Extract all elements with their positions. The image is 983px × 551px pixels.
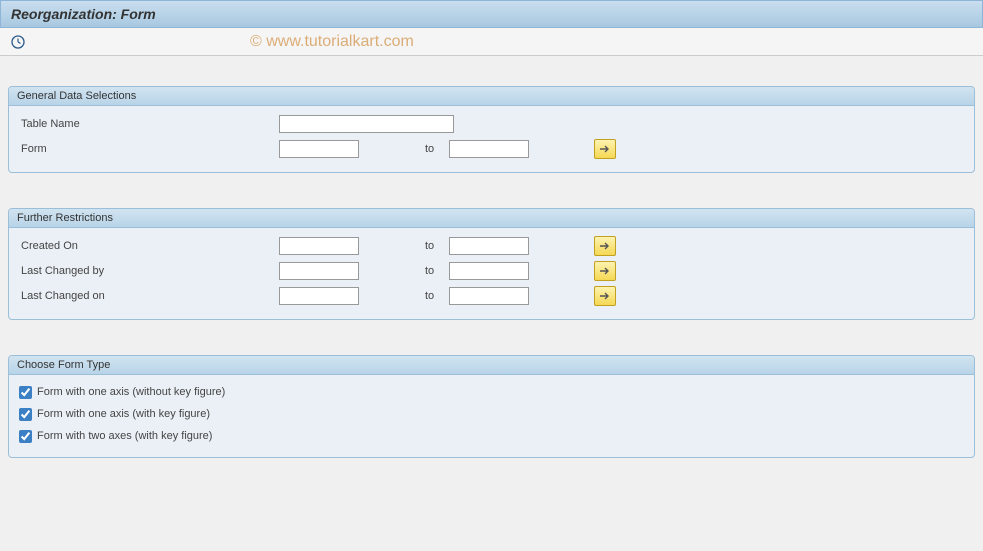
input-form-from[interactable] (279, 140, 359, 158)
input-last-changed-on-to[interactable] (449, 287, 529, 305)
row-last-changed-on: Last Changed on to (19, 284, 964, 308)
label-created-on: Created On (19, 240, 279, 252)
more-button-last-changed-on[interactable] (594, 286, 616, 306)
label-to-created-on: to (419, 240, 449, 252)
more-button-created-on[interactable] (594, 236, 616, 256)
group-body-further: Created On to Last Changed by to (9, 228, 974, 319)
label-to-last-changed-on: to (419, 290, 449, 302)
group-header-further: Further Restrictions (9, 209, 974, 228)
input-last-changed-by-to[interactable] (449, 262, 529, 280)
arrow-right-icon (599, 239, 611, 254)
arrow-right-icon (599, 264, 611, 279)
row-opt3: Form with two axes (with key figure) (19, 425, 964, 447)
row-form: Form to (19, 137, 964, 161)
label-last-changed-by: Last Changed by (19, 265, 279, 277)
toolbar: © www.tutorialkart.com (0, 28, 983, 56)
page-title: Reorganization: Form (11, 6, 156, 22)
watermark: © www.tutorialkart.com (250, 33, 414, 51)
label-table-name: Table Name (19, 118, 279, 130)
row-created-on: Created On to (19, 234, 964, 258)
input-last-changed-on-from[interactable] (279, 287, 359, 305)
input-form-to[interactable] (449, 140, 529, 158)
checkbox-opt1[interactable] (19, 386, 32, 399)
checkbox-opt3[interactable] (19, 430, 32, 443)
content-area: General Data Selections Table Name Form … (0, 56, 983, 474)
checkbox-opt2[interactable] (19, 408, 32, 421)
input-created-on-from[interactable] (279, 237, 359, 255)
label-opt1: Form with one axis (without key figure) (37, 386, 225, 398)
arrow-right-icon (599, 289, 611, 304)
label-opt3: Form with two axes (with key figure) (37, 430, 212, 442)
input-table-name[interactable] (279, 115, 454, 133)
group-header-formtype: Choose Form Type (9, 356, 974, 375)
label-form: Form (19, 143, 279, 155)
execute-icon[interactable] (10, 34, 26, 50)
row-opt2: Form with one axis (with key figure) (19, 403, 964, 425)
label-opt2: Form with one axis (with key figure) (37, 408, 210, 420)
row-opt1: Form with one axis (without key figure) (19, 381, 964, 403)
group-body-formtype: Form with one axis (without key figure) … (9, 375, 974, 457)
more-button-form[interactable] (594, 139, 616, 159)
group-choose-form-type: Choose Form Type Form with one axis (wit… (8, 355, 975, 458)
group-further-restrictions: Further Restrictions Created On to Last … (8, 208, 975, 320)
input-last-changed-by-from[interactable] (279, 262, 359, 280)
input-created-on-to[interactable] (449, 237, 529, 255)
label-to-last-changed-by: to (419, 265, 449, 277)
group-body-general: Table Name Form to (9, 106, 974, 172)
row-last-changed-by: Last Changed by to (19, 259, 964, 283)
group-general-data-selections: General Data Selections Table Name Form … (8, 86, 975, 173)
more-button-last-changed-by[interactable] (594, 261, 616, 281)
group-header-general: General Data Selections (9, 87, 974, 106)
label-last-changed-on: Last Changed on (19, 290, 279, 302)
label-to-form: to (419, 143, 449, 155)
arrow-right-icon (599, 142, 611, 157)
row-table-name: Table Name (19, 112, 964, 136)
title-bar: Reorganization: Form (0, 0, 983, 28)
